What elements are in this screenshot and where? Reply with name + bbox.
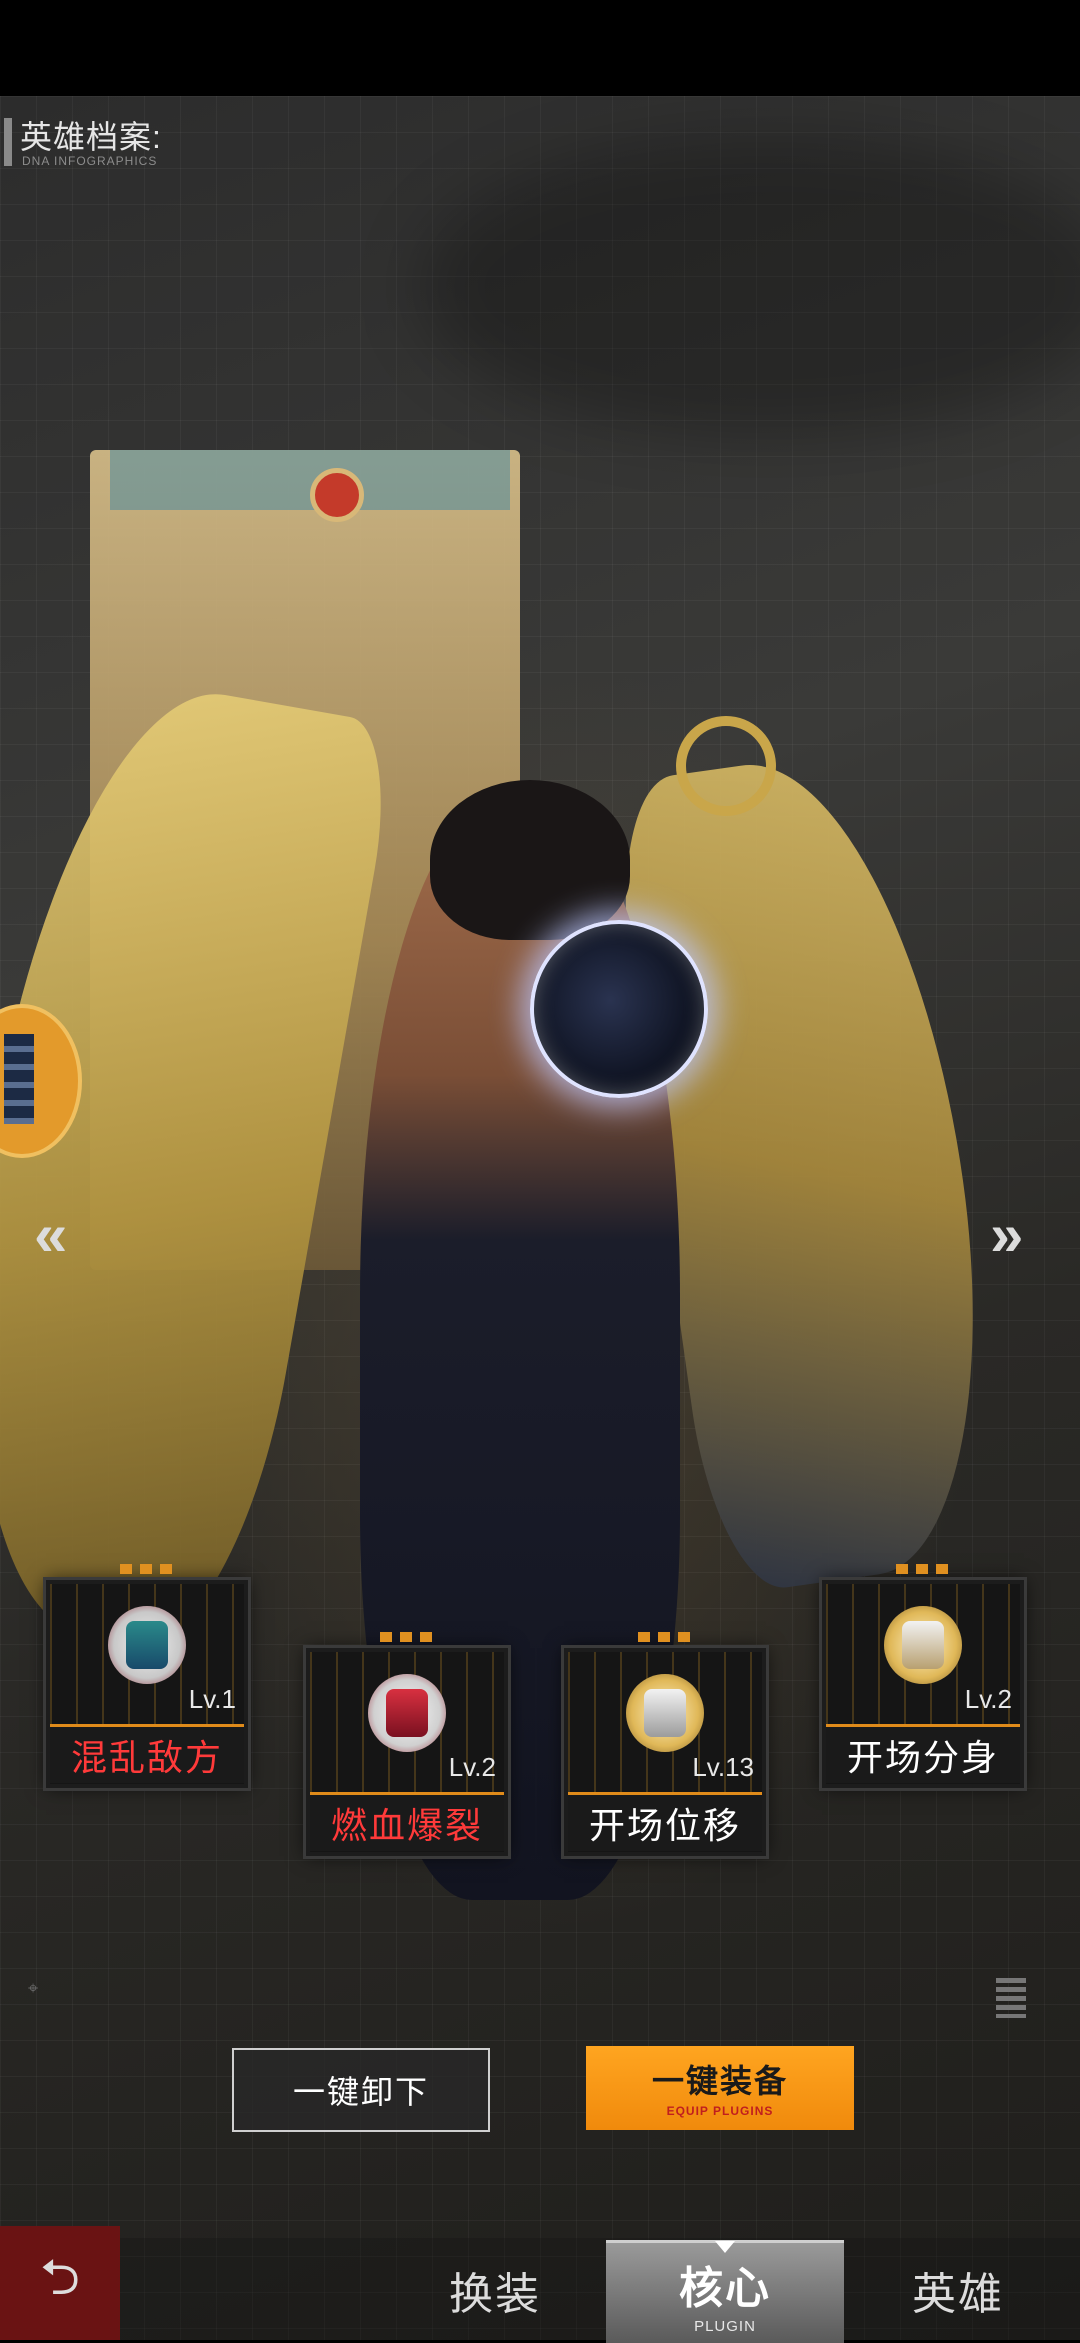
- equip-all-button[interactable]: 一键装备 EQUIP PLUGINS: [586, 2046, 854, 2130]
- equip-all-label: 一键装备: [651, 2063, 788, 2099]
- slot-indicator: [638, 1632, 698, 1642]
- stats-icon[interactable]: [996, 1978, 1026, 2018]
- plugin-slot-3[interactable]: Lv.13 开场位移: [564, 1632, 766, 1856]
- tab-core[interactable]: 核心 PLUGIN: [606, 2240, 844, 2343]
- tab-hero[interactable]: 英雄: [868, 2240, 1048, 2340]
- page-subtitle: DNA INFOGRAPHICS: [22, 154, 158, 168]
- opening-clone-emblem-icon: [884, 1606, 962, 1684]
- plugin-level: Lv.2: [964, 1684, 1012, 1714]
- golden-ring: [676, 716, 776, 816]
- hero-hair: [430, 780, 630, 940]
- plugin-name: 混乱敌方: [50, 1724, 244, 1783]
- unequip-all-button[interactable]: 一键卸下: [232, 2048, 490, 2132]
- plugin-name: 开场分身: [826, 1724, 1020, 1783]
- slot-indicator: [120, 1564, 180, 1574]
- plugin-level: Lv.13: [692, 1752, 754, 1782]
- side-marker-icon: ⌖: [28, 1978, 39, 1998]
- blood-burst-emblem-icon: [368, 1674, 446, 1752]
- tab-hero-label: 英雄: [912, 2270, 1004, 2319]
- tab-core-sublabel: PLUGIN: [694, 2317, 756, 2335]
- back-arrow-icon: ⮌: [39, 2248, 81, 2305]
- tab-core-label: 核心: [679, 2263, 771, 2313]
- throne-emblem: [310, 468, 364, 522]
- plugin-slot-2[interactable]: Lv.2 燃血爆裂: [306, 1632, 508, 1856]
- tab-outfit-label: 换装: [449, 2270, 541, 2319]
- opening-dash-emblem-icon: [626, 1674, 704, 1752]
- slot-indicator: [896, 1564, 956, 1574]
- cosmic-orb: [530, 920, 708, 1098]
- plugin-slot-1[interactable]: Lv.1 混乱敌方: [46, 1564, 248, 1788]
- next-hero-arrow-icon[interactable]: »: [990, 1200, 1024, 1269]
- plugin-name: 燃血爆裂: [310, 1792, 504, 1851]
- page-title: 英雄档案:: [20, 119, 162, 155]
- chaos-emblem-icon: [108, 1606, 186, 1684]
- status-bar: [0, 0, 1080, 96]
- plugin-name: 开场位移: [568, 1792, 762, 1851]
- equip-all-sublabel: EQUIP PLUGINS: [666, 2104, 774, 2118]
- plugin-level: Lv.1: [188, 1684, 236, 1714]
- plugin-slot-4[interactable]: Lv.2 开场分身: [822, 1564, 1024, 1788]
- plugin-level: Lv.2: [448, 1752, 496, 1782]
- title-accent: [4, 118, 12, 166]
- prev-hero-arrow-icon[interactable]: «: [34, 1200, 68, 1269]
- slot-indicator: [380, 1632, 440, 1642]
- back-button[interactable]: ⮌: [0, 2226, 120, 2340]
- pixel-avatar-icon: [4, 1034, 34, 1124]
- tab-outfit[interactable]: 换装: [400, 2240, 590, 2340]
- active-tab-caret-icon: [715, 2241, 735, 2253]
